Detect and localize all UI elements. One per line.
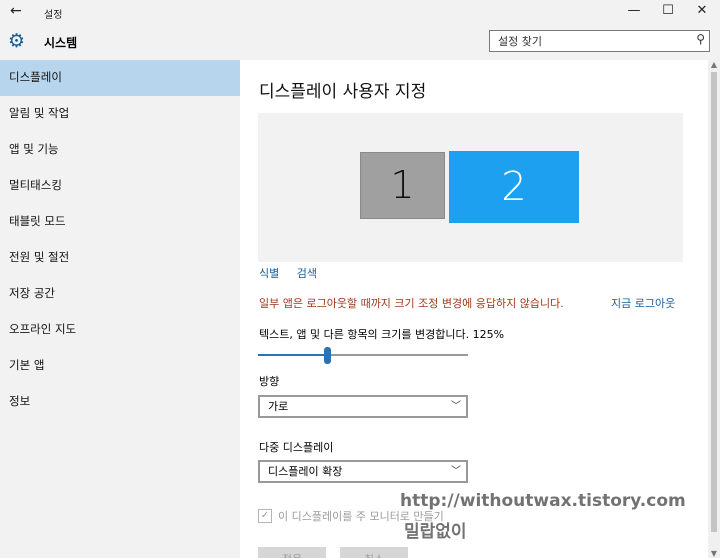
monitor-1[interactable]: 1 [360,152,445,219]
sidebar-item-power-sleep[interactable]: 전원 및 절전 [0,240,240,276]
preview-links: 식별 검색 [259,265,331,281]
orientation-label: 방향 [259,375,280,388]
sidebar-item-notifications[interactable]: 알림 및 작업 [0,96,240,132]
scroll-down-icon[interactable]: ▼ [708,549,720,558]
multi-display-value: 디스플레이 확장 [268,465,343,478]
scrollbar[interactable]: ▲ ▼ [708,60,720,558]
scroll-up-icon[interactable]: ▲ [708,60,720,69]
chevron-down-icon: ﹀ [451,466,461,477]
close-button[interactable]: ✕ [692,3,712,21]
sidebar-item-about[interactable]: 정보 [0,384,240,420]
watermark-name: 밀랍없이 [404,522,467,542]
watermark-url: http://withoutwax.tistory.com [400,491,686,511]
sidebar-item-multitasking[interactable]: 멀티태스킹 [0,168,240,204]
main-display-checkbox[interactable]: ✓ [258,509,272,523]
sidebar-item-offline-maps[interactable]: 오프라인 지도 [0,312,240,348]
page-title: 디스플레이 사용자 지정 [259,82,427,102]
slider-fill [258,354,327,356]
chevron-down-icon: ﹀ [451,401,461,412]
sidebar-item-apps-features[interactable]: 앱 및 기능 [0,132,240,168]
sidebar-item-storage[interactable]: 저장 공간 [0,276,240,312]
display-arrangement-preview: 1 2 [258,113,683,262]
search-box[interactable]: ⚲ [489,30,710,52]
minimize-button[interactable]: — [624,3,644,21]
orientation-value: 가로 [268,400,289,413]
scaling-warning: 일부 앱은 로그아웃할 때까지 크기 조정 변경에 응답하지 않습니다. [259,297,564,310]
sidebar-item-display[interactable]: 디스플레이 [0,60,240,96]
slider-thumb[interactable] [324,347,331,364]
page-header: ⚙ 시스템 ⚲ [0,25,720,60]
maximize-button[interactable]: ☐ [658,3,678,21]
back-arrow-icon[interactable]: ← [10,3,22,19]
logout-now-link[interactable]: 지금 로그아웃 [611,295,675,311]
window-title: 설정 [44,10,63,21]
orientation-select[interactable]: 가로 ﹀ [258,395,468,418]
detect-link[interactable]: 검색 [297,267,317,280]
sidebar-item-default-apps[interactable]: 기본 앱 [0,348,240,384]
apply-button[interactable]: 적용 [258,547,326,558]
multi-display-label: 다중 디스플레이 [259,441,334,454]
scale-label: 텍스트, 앱 및 다른 항목의 크기를 변경합니다. 125% [259,328,505,341]
monitor-2[interactable]: 2 [449,151,579,223]
gear-icon: ⚙ [8,30,26,52]
sidebar-item-tablet-mode[interactable]: 태블릿 모드 [0,204,240,240]
scale-slider[interactable] [258,347,468,365]
search-input[interactable] [490,31,680,51]
sidebar: 디스플레이 알림 및 작업 앱 및 기능 멀티태스킹 태블릿 모드 전원 및 절… [0,60,240,558]
cancel-button[interactable]: 취소 [340,547,408,558]
search-icon[interactable]: ⚲ [696,32,705,46]
scrollbar-thumb[interactable] [711,72,717,532]
multi-display-select[interactable]: 디스플레이 확장 ﹀ [258,460,468,483]
main-panel: 디스플레이 사용자 지정 1 2 식별 검색 일부 앱은 로그아웃할 때까지 크… [240,60,708,558]
identify-link[interactable]: 식별 [259,267,279,280]
section-title: 시스템 [44,36,78,50]
title-bar: ← 설정 — ☐ ✕ [0,0,720,25]
